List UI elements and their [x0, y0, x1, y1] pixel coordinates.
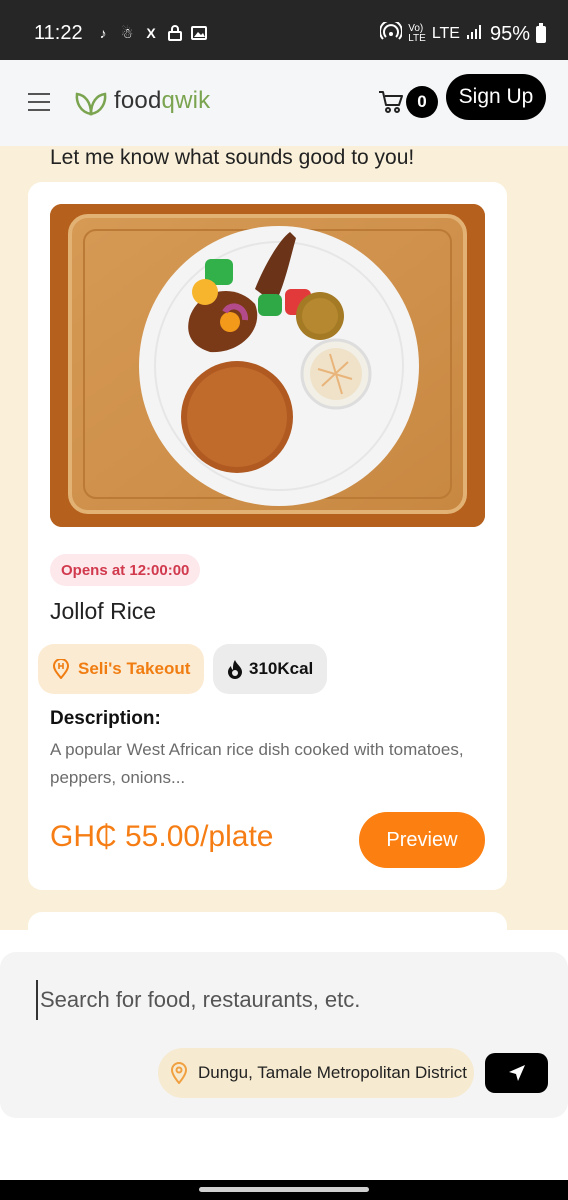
description-text: A popular West African rice dish cooked … [50, 740, 464, 787]
restaurant-name: Seli's Takeout [78, 659, 191, 678]
volte-label: Vo) LTE [408, 23, 426, 44]
description-title: Description: [50, 708, 161, 729]
dish-image[interactable] [50, 204, 485, 527]
menu-icon[interactable] [28, 93, 50, 111]
network-type: LTE [431, 25, 460, 42]
next-food-card[interactable] [28, 912, 507, 930]
signal-icon [466, 23, 484, 46]
cart-count-badge: 0 [406, 86, 438, 118]
calorie-value: 310Kcal [249, 659, 314, 678]
logo-text: foodqwik [114, 87, 211, 114]
sign-up-button[interactable]: Sign Up [446, 74, 546, 120]
lock-icon [166, 24, 184, 42]
leaf-logo-icon [75, 92, 107, 116]
flame-icon [228, 660, 242, 679]
send-button[interactable] [485, 1053, 548, 1093]
image-icon [190, 24, 208, 42]
cart-icon [379, 91, 403, 113]
status-bar: 11:22 ♪ ☃ X Vo) LTE LTE 95% [0, 0, 568, 60]
location-chip[interactable]: Dungu, Tamale Metropolitan District [158, 1048, 474, 1098]
hotspot-icon [379, 19, 404, 46]
price: GH₵ 55.00/plate [50, 820, 274, 853]
search-input[interactable] [36, 980, 516, 1020]
food-card[interactable]: Opens at 12:00:00 Jollof Rice Seli's Tak… [28, 182, 507, 890]
search-panel: Dungu, Tamale Metropolitan District [0, 952, 568, 1118]
restaurant-pin-icon [52, 659, 70, 679]
user-icon: ☃ [120, 24, 134, 41]
opening-time-badge: Opens at 12:00:00 [50, 554, 201, 586]
system-nav-bar [0, 1180, 568, 1200]
location-text: Dungu, Tamale Metropolitan District [198, 1063, 467, 1082]
system-icons: Vo) LTE LTE 95% [379, 19, 546, 46]
status-time: 11:22 [34, 22, 83, 44]
logo[interactable]: foodqwik [74, 86, 210, 116]
restaurant-chip[interactable]: Seli's Takeout [38, 644, 205, 694]
assistant-prompt: Let me know what sounds good to you! [50, 146, 415, 169]
preview-button[interactable]: Preview [359, 812, 485, 868]
send-icon [508, 1065, 525, 1081]
battery-percent: 95% [489, 22, 530, 45]
cart-button[interactable]: 0 [378, 86, 438, 118]
main-content[interactable]: Let me know what sounds good to you! Ope… [0, 146, 568, 930]
home-gesture-handle[interactable] [199, 1187, 369, 1192]
location-pin-icon [170, 1062, 188, 1084]
battery-icon [536, 22, 546, 43]
app-header: foodqwik 0 Sign Up [0, 60, 568, 146]
tiktok-icon: ♪ [99, 25, 107, 41]
calorie-chip: 310Kcal [213, 644, 328, 694]
dish-name: Jollof Rice [50, 598, 157, 624]
x-icon: X [146, 25, 156, 41]
notification-icons: ♪ ☃ X [94, 24, 208, 42]
